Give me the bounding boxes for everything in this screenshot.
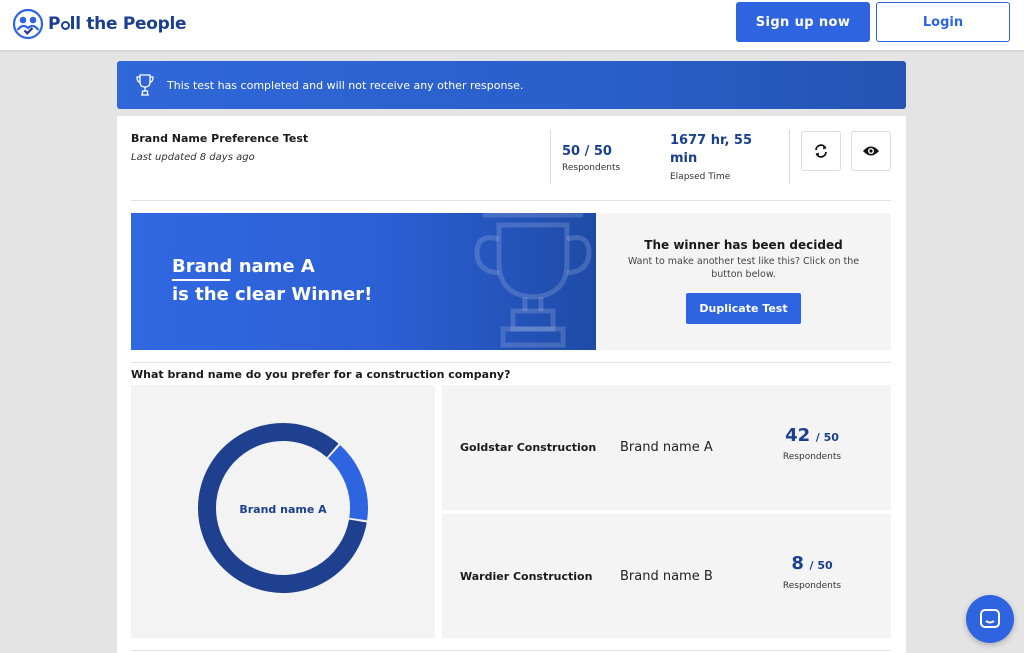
results-chart-panel: Brand name A: [131, 385, 435, 638]
respondents-label: Respondents: [562, 163, 621, 173]
refresh-button[interactable]: [801, 131, 841, 171]
trophy-icon: [474, 213, 592, 348]
sign-up-button[interactable]: Sign up now: [736, 2, 870, 42]
winner-announcement: Brand name A is the clear Winner!: [131, 213, 596, 350]
top-navigation-bar: Pll the People Sign up now Login: [0, 0, 1024, 50]
winner-name: Brand name A: [172, 256, 315, 277]
people-check-logo-icon: [12, 8, 44, 40]
donut-center-label: Brand name A: [239, 503, 327, 516]
banner-message: This test has completed and will not rec…: [167, 78, 524, 92]
view-button[interactable]: [851, 131, 891, 171]
duplicate-test-button[interactable]: Duplicate Test: [686, 293, 801, 324]
winner-decided-description: Want to make another test like this? Cli…: [627, 256, 860, 280]
elapsed-value: 1677 hr, 55 min: [670, 133, 753, 166]
brand-name: Pll the People: [48, 14, 187, 34]
option-respondents-label: Respondents: [782, 452, 842, 462]
chat-icon: [980, 609, 1000, 628]
option-count: 42 / 50: [785, 425, 839, 446]
divider: [131, 650, 891, 651]
option-respondents-label: Respondents: [782, 581, 842, 591]
divider: [131, 362, 891, 363]
divider: [131, 200, 891, 201]
option-name: Wardier Construction: [460, 570, 593, 583]
test-completed-banner: This test has completed and will not rec…: [117, 61, 906, 109]
option-brand: Brand name B: [620, 569, 713, 584]
chat-launcher-button[interactable]: [966, 595, 1014, 643]
option-name: Goldstar Construction: [460, 441, 597, 454]
trophy-icon: [136, 74, 154, 96]
option-brand: Brand name A: [620, 440, 713, 455]
winner-decided-title: The winner has been decided: [644, 238, 843, 252]
option-count: 8 / 50: [791, 553, 833, 574]
elapsed-label: Elapsed Time: [670, 172, 731, 182]
test-title: Brand Name Preference Test: [131, 132, 309, 145]
divider: [789, 130, 790, 184]
underline-accent: [172, 279, 230, 281]
refresh-icon: [815, 144, 827, 158]
duplicate-test-panel: The winner has been decided Want to make…: [596, 213, 891, 350]
divider: [550, 130, 551, 184]
winner-subtitle: is the clear Winner!: [172, 284, 373, 305]
logo[interactable]: Pll the People: [12, 7, 187, 41]
result-row: Wardier Construction Brand name B 8 / 50…: [442, 514, 891, 638]
last-updated: Last updated 8 days ago: [131, 152, 255, 163]
eye-icon: [863, 146, 879, 156]
result-row: Goldstar Construction Brand name A 42 / …: [442, 385, 891, 510]
login-button[interactable]: Login: [876, 2, 1010, 42]
test-results-card: Brand Name Preference Test Last updated …: [117, 116, 906, 653]
question-title: What brand name do you prefer for a cons…: [131, 368, 511, 381]
respondents-value: 50 / 50: [562, 144, 612, 159]
